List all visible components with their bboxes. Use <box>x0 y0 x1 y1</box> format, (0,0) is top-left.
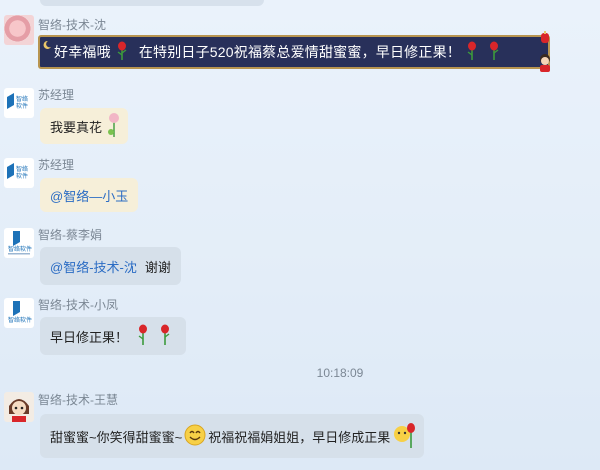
svg-text:软件: 软件 <box>16 102 28 110</box>
timestamp: 10:18:09 <box>316 366 364 380</box>
sender-name: 苏经理 <box>38 88 75 102</box>
message-bubble: 甜蜜蜜~你笑得甜蜜蜜~ 祝福祝福娟姐姐，早日修成正果 <box>40 414 425 458</box>
rose-icon <box>158 324 172 349</box>
girl-sticker-icon <box>536 53 554 76</box>
sender-name: 智络-技术-沈 <box>38 18 106 32</box>
message-text-part: 好幸福哦 <box>54 44 111 60</box>
message-bubble: @智络—小玉 <box>40 178 139 212</box>
avatar[interactable]: 智络软件 <box>4 88 34 118</box>
message-text: 早日修正果！ <box>50 329 129 345</box>
rose-icon <box>115 41 129 64</box>
message-text-part: 在特别日子520祝福蔡总爱情甜蜜蜜，早日修正果！ <box>138 44 461 60</box>
message-text: 我要真花 <box>50 119 103 135</box>
message-text-part: 祝福祝福娟姐姐，早日修成正果 <box>208 429 391 445</box>
sender-name: 苏经理 <box>38 158 75 172</box>
message-banner: 好幸福哦 在特别日子520祝福蔡总爱情甜蜜蜜，早日修正果！ <box>38 31 550 72</box>
rose-icon <box>136 324 150 349</box>
svg-text:智络: 智络 <box>16 95 28 103</box>
message-bubble: 早日修正果！ <box>40 317 187 355</box>
svg-text:智络软件: 智络软件 <box>8 245 32 253</box>
svg-text:软件: 软件 <box>16 172 28 180</box>
avatar[interactable]: 智络软件 <box>4 158 34 188</box>
svg-text:智络软件: 智络软件 <box>8 316 32 324</box>
sender-name: 智络-技术-小凤 <box>38 298 118 312</box>
lantern-icon <box>540 31 550 48</box>
avatar[interactable] <box>4 392 34 422</box>
rose-icon <box>487 41 501 64</box>
previous-message-edge <box>40 0 264 6</box>
mention-link[interactable]: @智络—小玉 <box>50 186 128 205</box>
sender-name: 智络-技术-王慧 <box>38 393 118 407</box>
message-bubble: @智络-技术-沈 谢谢 <box>40 247 181 285</box>
svg-text:智络: 智络 <box>16 165 28 173</box>
mention-link[interactable]: @智络-技术-沈 <box>50 257 137 276</box>
sender-name: 智络-蔡李娟 <box>38 228 102 242</box>
rose-icon <box>465 41 479 64</box>
rose-sticker-icon <box>392 420 418 453</box>
avatar[interactable] <box>4 15 34 45</box>
message-text: 谢谢 <box>144 259 171 275</box>
flower-sticker-icon <box>106 112 122 141</box>
message-bubble: 我要真花 <box>40 108 129 144</box>
avatar[interactable]: 智络软件 <box>4 228 34 258</box>
message-text-part: 甜蜜蜜~你笑得甜蜜蜜~ <box>50 429 183 445</box>
avatar[interactable]: 智络软件 <box>4 298 34 328</box>
moon-icon <box>42 37 52 53</box>
smiley-icon <box>184 424 206 449</box>
